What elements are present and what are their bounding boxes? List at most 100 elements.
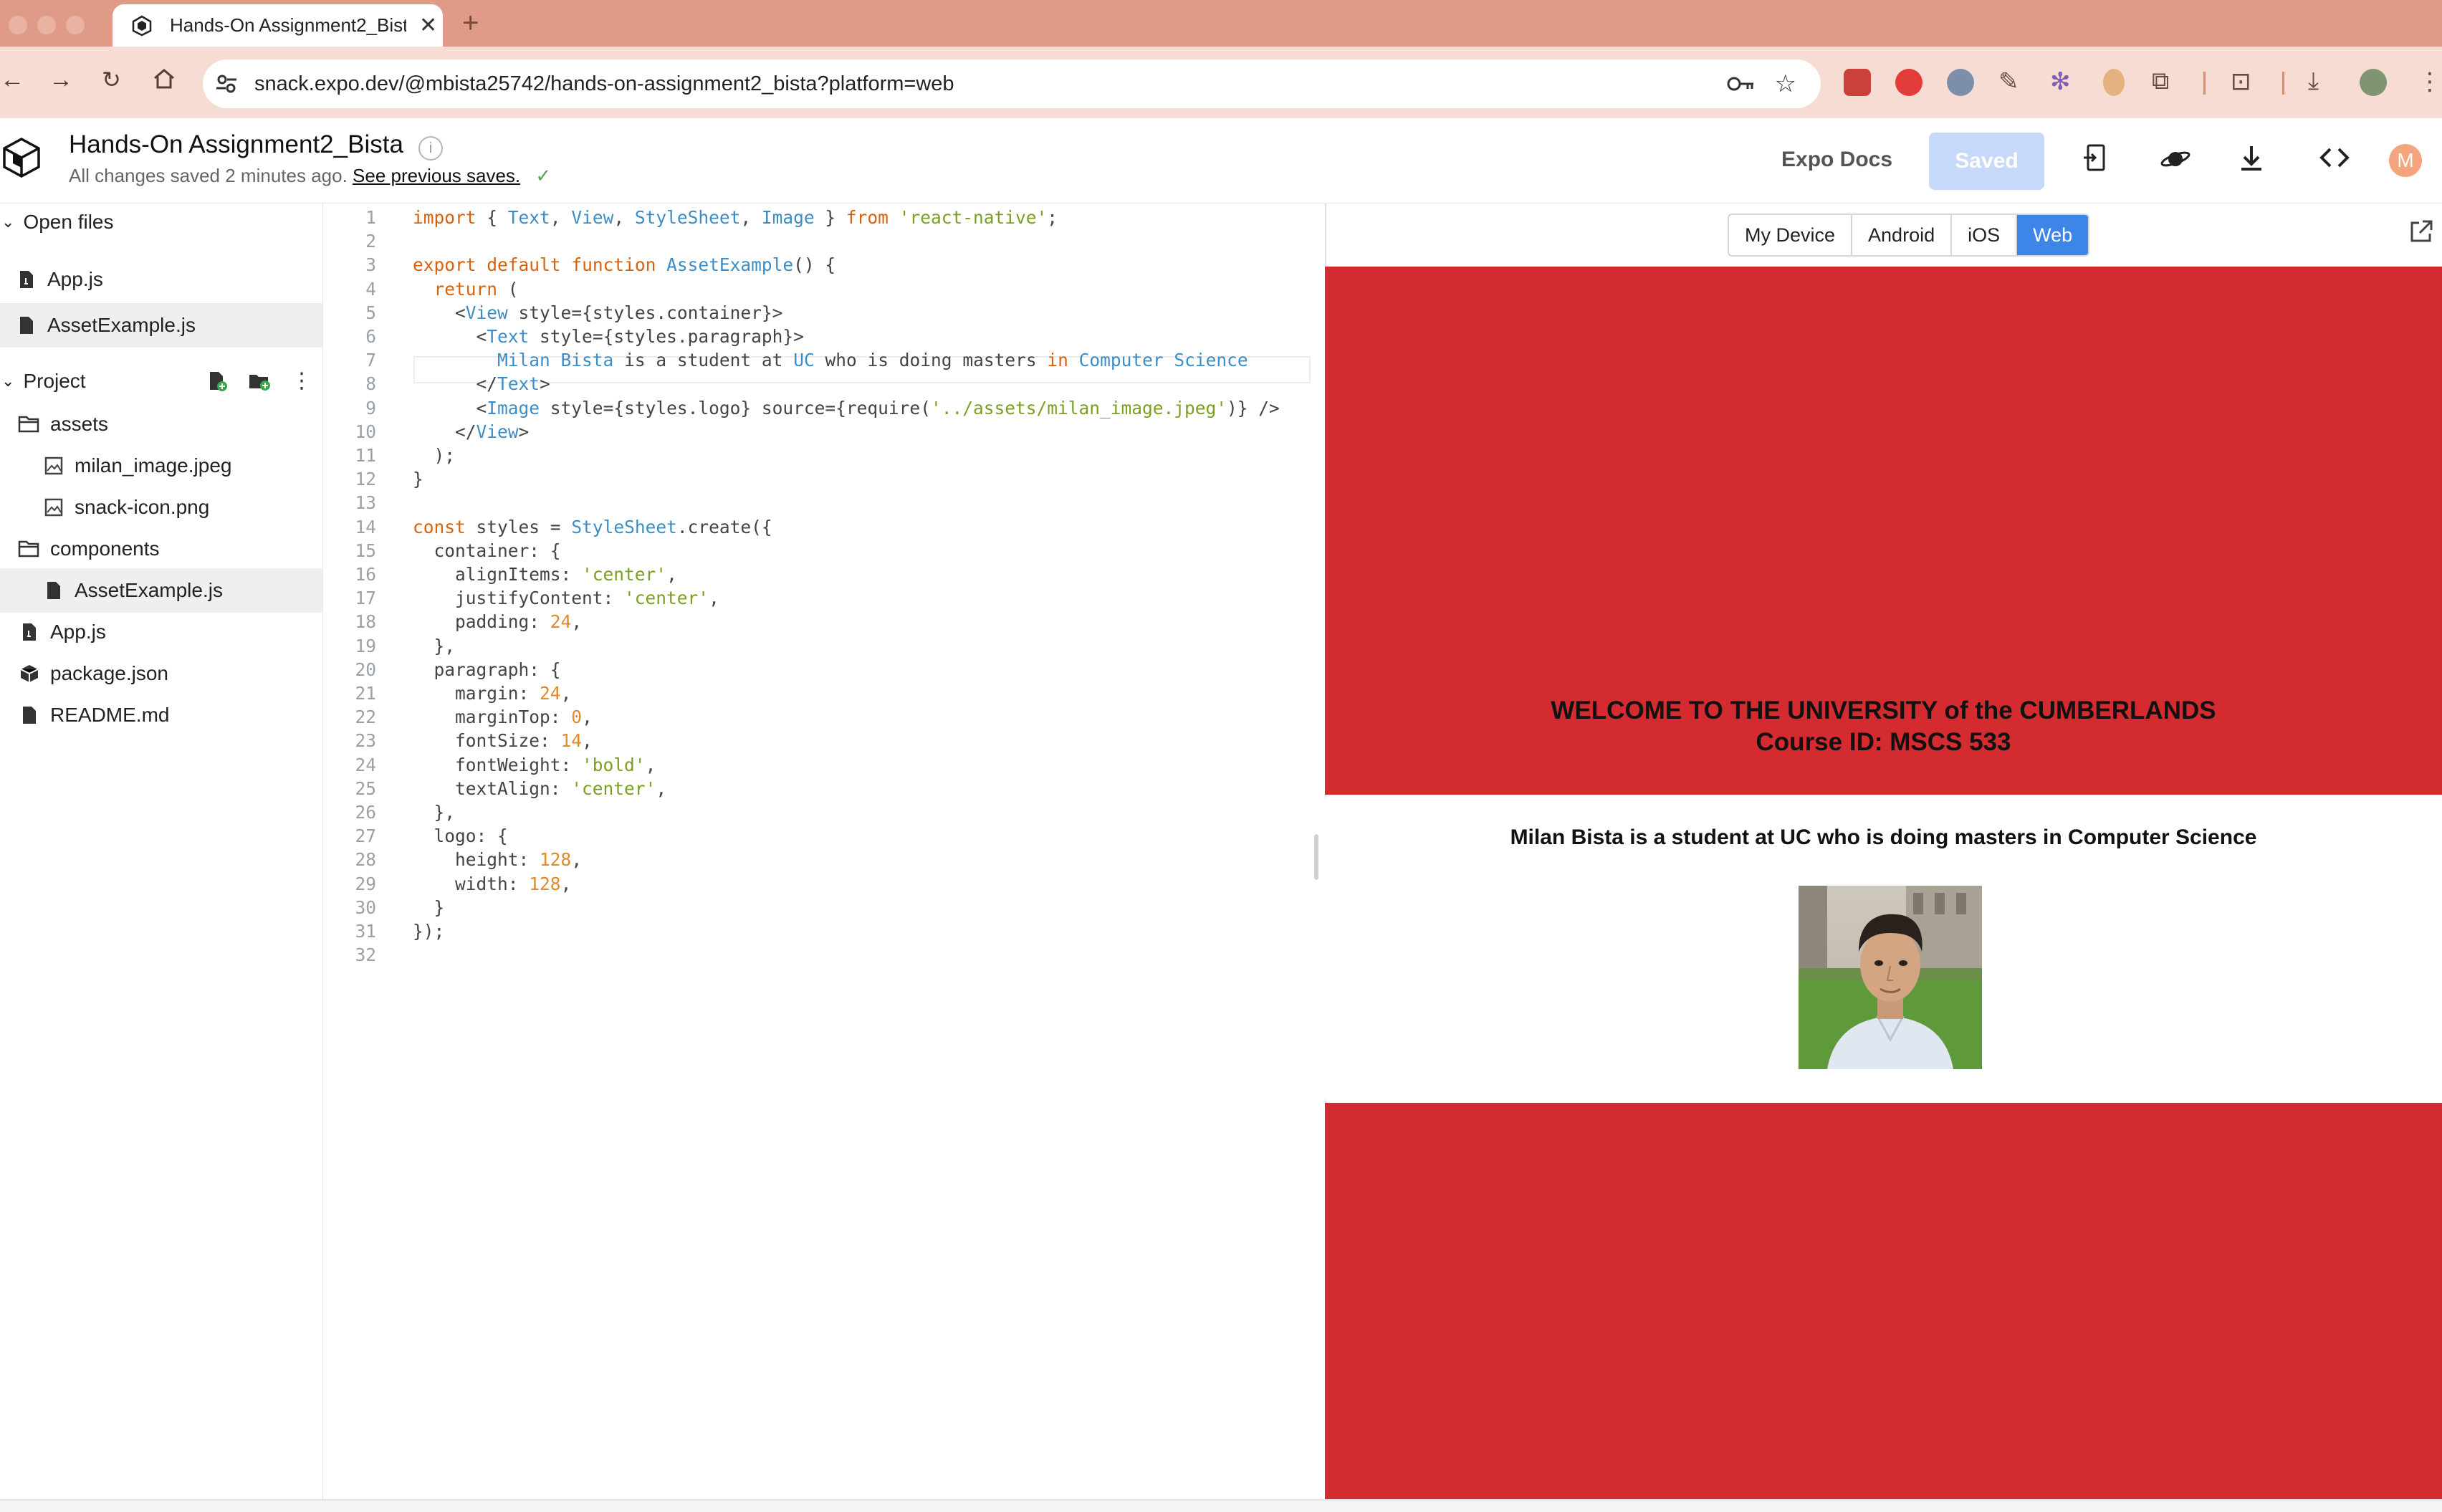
user-avatar[interactable]: M <box>2389 144 2422 177</box>
info-icon[interactable]: i <box>418 136 443 161</box>
window-close-button[interactable] <box>9 16 27 34</box>
line-number: 23 <box>355 730 376 752</box>
home-icon[interactable] <box>152 67 176 97</box>
device-login-icon[interactable] <box>2082 143 2108 179</box>
welcome-line-1: WELCOME TO THE UNIVERSITY of the CUMBERL… <box>1551 697 2216 724</box>
adblock-extension-icon[interactable] <box>1895 69 1923 96</box>
save-status: All changes saved 2 minutes ago. See pre… <box>69 165 551 187</box>
extension-globe-icon[interactable] <box>1947 69 1974 96</box>
tree-label: components <box>50 537 160 560</box>
code-text: Milan Bista is a student at UC who is do… <box>497 350 1248 371</box>
project-label: Project <box>23 370 86 392</box>
snack-logo-icon[interactable] <box>1 136 42 179</box>
code-text: }, <box>413 802 456 823</box>
window-minimize-button[interactable] <box>37 16 56 34</box>
saved-button[interactable]: Saved <box>1929 133 2044 190</box>
file-icon <box>17 705 42 725</box>
open-file-app-js[interactable]: App.js <box>0 257 322 302</box>
tree-folder-assets[interactable]: assets <box>0 402 322 446</box>
previous-saves-link[interactable]: See previous saves. <box>353 165 520 186</box>
tab-my-device[interactable]: My Device <box>1729 215 1853 255</box>
bookmark-star-icon[interactable]: ☆ <box>1775 70 1796 98</box>
code-editor[interactable]: 1 import { Text, View, StyleSheet, Image … <box>323 204 1629 1499</box>
tree-file-readme[interactable]: README.md <box>0 693 322 737</box>
status-bar <box>0 1499 2442 1512</box>
extension-snowflake-icon[interactable]: ✻ <box>2050 67 2071 96</box>
tree-folder-components[interactable]: components <box>0 527 322 571</box>
tree-file-milan-image[interactable]: milan_image.jpeg <box>0 444 322 488</box>
js-file-icon <box>17 622 42 642</box>
code-text: <Text style={styles.paragraph}> <box>413 326 804 347</box>
code-text: alignItems: 'center', <box>455 564 677 585</box>
tree-label: README.md <box>50 704 170 726</box>
image-file-icon <box>42 498 66 517</box>
line-number: 25 <box>355 777 376 799</box>
new-tab-button[interactable]: + <box>462 7 479 39</box>
line-number: 22 <box>355 707 376 728</box>
back-arrow-icon[interactable]: ← <box>0 66 24 94</box>
saved-check-icon: ✓ <box>535 165 552 186</box>
toolbar-separator <box>2282 72 2284 95</box>
pdf-extension-icon[interactable] <box>1844 69 1871 96</box>
line-number: 27 <box>355 826 376 847</box>
code-text: fontSize: 14, <box>455 730 593 752</box>
line-number: 19 <box>355 635 376 656</box>
url-text: snack.expo.dev/@mbista25742/hands-on-ass… <box>254 72 954 95</box>
profile-avatar-icon[interactable] <box>2360 69 2387 96</box>
download-icon[interactable] <box>2238 143 2264 179</box>
planet-icon[interactable] <box>2160 146 2191 179</box>
search-tabs-icon[interactable]: ⊡ <box>2231 67 2251 96</box>
tab-web[interactable]: Web <box>2017 215 2089 255</box>
tab-ios[interactable]: iOS <box>1952 215 2018 255</box>
pane-resize-handle[interactable] <box>1314 834 1318 880</box>
folder-open-icon <box>17 415 42 434</box>
extensions-puzzle-icon[interactable]: ⧉ <box>2152 67 2169 95</box>
new-folder-icon[interactable] <box>248 371 271 391</box>
code-text: <Image style={styles.logo} source={requi… <box>413 397 1280 418</box>
line-number: 26 <box>355 802 376 823</box>
project-title[interactable]: Hands-On Assignment2_Bista <box>69 130 403 159</box>
reload-icon[interactable]: ↻ <box>102 66 121 93</box>
open-file-label: AssetExample.js <box>47 314 196 336</box>
project-section[interactable]: ⌄ Project <box>0 370 86 393</box>
tree-label: App.js <box>50 621 106 643</box>
line-number: 1 <box>365 207 376 228</box>
line-number: 14 <box>355 516 376 537</box>
tree-file-app-js[interactable]: App.js <box>0 610 322 654</box>
password-key-icon[interactable] <box>1726 72 1755 96</box>
browser-menu-icon[interactable]: ⋮ <box>2418 67 2442 96</box>
color-picker-icon[interactable]: ✎ <box>1998 67 2019 96</box>
tree-file-asset-example[interactable]: AssetExample.js <box>0 568 322 613</box>
window-zoom-button[interactable] <box>66 16 85 34</box>
project-menu-icon[interactable]: ⋮ <box>291 368 312 393</box>
line-number: 20 <box>355 659 376 680</box>
browser-tab[interactable]: Hands-On Assignment2_Bista ✕ <box>112 4 443 47</box>
tab-android[interactable]: Android <box>1852 215 1953 255</box>
downloads-icon[interactable]: ⤓ <box>2308 67 2319 95</box>
tree-label: milan_image.jpeg <box>75 454 232 477</box>
code-text: margin: 24, <box>455 683 572 704</box>
site-settings-icon[interactable] <box>214 72 239 96</box>
embed-code-icon[interactable] <box>2319 143 2350 179</box>
open-external-icon[interactable] <box>2409 219 2433 244</box>
line-number: 8 <box>365 373 376 395</box>
address-bar[interactable]: snack.expo.dev/@mbista25742/hands-on-ass… <box>203 59 1821 108</box>
tree-file-package-json[interactable]: package.json <box>0 651 322 696</box>
student-photo <box>1799 886 1982 1069</box>
code-text: }); <box>413 921 445 942</box>
line-number: 11 <box>355 445 376 466</box>
line-number: 2 <box>365 231 376 252</box>
open-files-section[interactable]: ⌄ Open files <box>0 211 114 234</box>
line-number: 31 <box>355 921 376 942</box>
tab-title: Hands-On Assignment2_Bista <box>170 14 406 36</box>
line-number: 7 <box>365 350 376 371</box>
new-file-icon[interactable] <box>208 370 228 392</box>
forward-arrow-icon[interactable]: → <box>49 66 73 94</box>
open-file-asset-example[interactable]: AssetExample.js <box>0 303 322 348</box>
code-text: return ( <box>434 278 519 300</box>
tab-close-icon[interactable]: ✕ <box>419 13 437 38</box>
code-text: textAlign: 'center', <box>455 777 667 799</box>
tree-file-snack-icon[interactable]: snack-icon.png <box>0 485 322 530</box>
expo-docs-link[interactable]: Expo Docs <box>1781 148 1892 172</box>
extension-oval-icon[interactable] <box>2103 69 2125 96</box>
